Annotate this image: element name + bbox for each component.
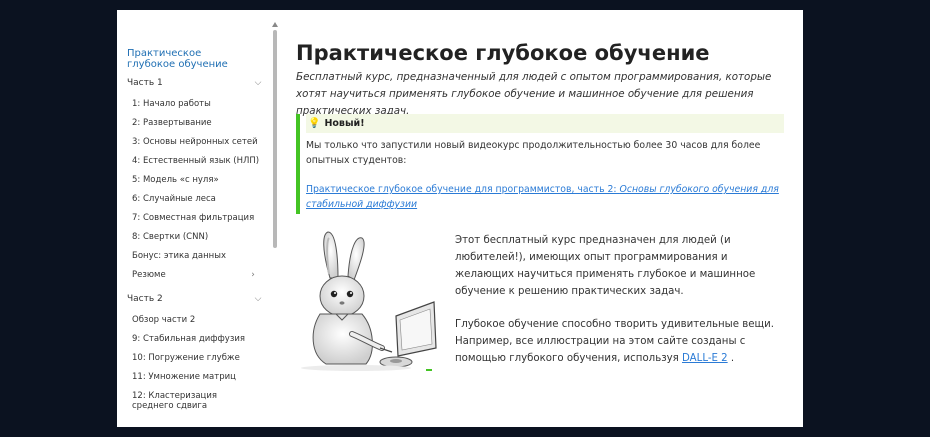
page-lead: Бесплатный курс, предназначенный для люд…: [296, 71, 772, 117]
dalle-link[interactable]: DALL-E 2: [682, 353, 728, 364]
intro-paragraph-1: Этот бесплатный курс предназначен для лю…: [455, 235, 756, 297]
sidebar-item-nlp[interactable]: 4: Естественный язык (НЛП): [132, 156, 260, 166]
bunny-computer-icon: [301, 231, 437, 371]
sidebar-item-matmul[interactable]: 11: Умножение матриц: [132, 372, 260, 382]
chevron-right-icon: ›: [251, 270, 255, 280]
sidebar: Практическое глубокое обучение Часть 1 ⌵…: [117, 10, 278, 427]
callout-label: Новый!: [324, 118, 365, 129]
callout-text: Мы только что запустили новый видеокурс …: [306, 140, 761, 166]
new-callout: 💡 Новый! Мы только что запустили новый в…: [296, 114, 784, 214]
callout-link-main: Практическое глубокое обучение для прогр…: [306, 184, 620, 195]
sidebar-part-2[interactable]: Часть 2 ⌵: [127, 294, 263, 304]
sidebar-nav: Практическое глубокое обучение Часть 1 ⌵…: [127, 48, 267, 411]
sidebar-item-from-scratch[interactable]: 5: Модель «с нуля»: [132, 175, 260, 185]
sidebar-title-link[interactable]: Практическое глубокое обучение: [127, 48, 242, 70]
sidebar-part-1-label: Часть 1: [127, 78, 163, 88]
sidebar-item-summary[interactable]: Резюме ›: [132, 270, 260, 280]
sidebar-item-collab-filtering[interactable]: 7: Совместная фильтрация: [132, 213, 260, 223]
intro-text: Этот бесплатный курс предназначен для лю…: [455, 232, 785, 383]
callout-header: 💡 Новый!: [306, 114, 784, 133]
lightbulb-icon: 💡: [308, 118, 321, 129]
bunny-illustration: [296, 230, 441, 372]
chevron-down-icon: ⌵: [254, 78, 262, 88]
sidebar-item-data-ethics[interactable]: Бонус: этика данных: [132, 251, 260, 261]
sidebar-item-summary-label: Резюме: [132, 270, 166, 280]
sidebar-item-deploy[interactable]: 2: Развертывание: [132, 118, 260, 128]
sidebar-part-1[interactable]: Часть 1 ⌵: [127, 78, 263, 88]
sidebar-item-start[interactable]: 1: Начало работы: [132, 99, 260, 109]
sidebar-item-stable-diffusion[interactable]: 9: Стабильная диффузия: [132, 334, 260, 344]
chevron-down-icon: ⌵: [254, 294, 262, 304]
sidebar-item-part2-overview[interactable]: Обзор части 2: [132, 315, 260, 325]
sidebar-item-cnn[interactable]: 8: Свертки (CNN): [132, 232, 260, 242]
sidebar-part-2-label: Часть 2: [127, 294, 163, 304]
scrollbar-thumb[interactable]: [273, 30, 277, 248]
sidebar-item-deeper[interactable]: 10: Погружение глубже: [132, 353, 260, 363]
scrollbar-up-arrow[interactable]: [272, 22, 278, 27]
sidebar-item-mean-shift[interactable]: 12: Кластеризация среднего сдвига: [132, 391, 260, 411]
main-content: Практическое глубокое обучение Бесплатны…: [296, 40, 786, 120]
sidebar-item-nn-basics[interactable]: 3: Основы нейронных сетей: [132, 137, 260, 147]
page-title: Практическое глубокое обучение: [296, 41, 710, 65]
sidebar-item-random-forests[interactable]: 6: Случайные леса: [132, 194, 260, 204]
callout-course-link[interactable]: Практическое глубокое обучение для прогр…: [306, 182, 786, 212]
intro-paragraph-2: Глубокое обучение способно творить удиви…: [455, 316, 785, 367]
page: Практическое глубокое обучение Часть 1 ⌵…: [117, 10, 803, 427]
intro-paragraph-2-end: .: [727, 353, 735, 364]
